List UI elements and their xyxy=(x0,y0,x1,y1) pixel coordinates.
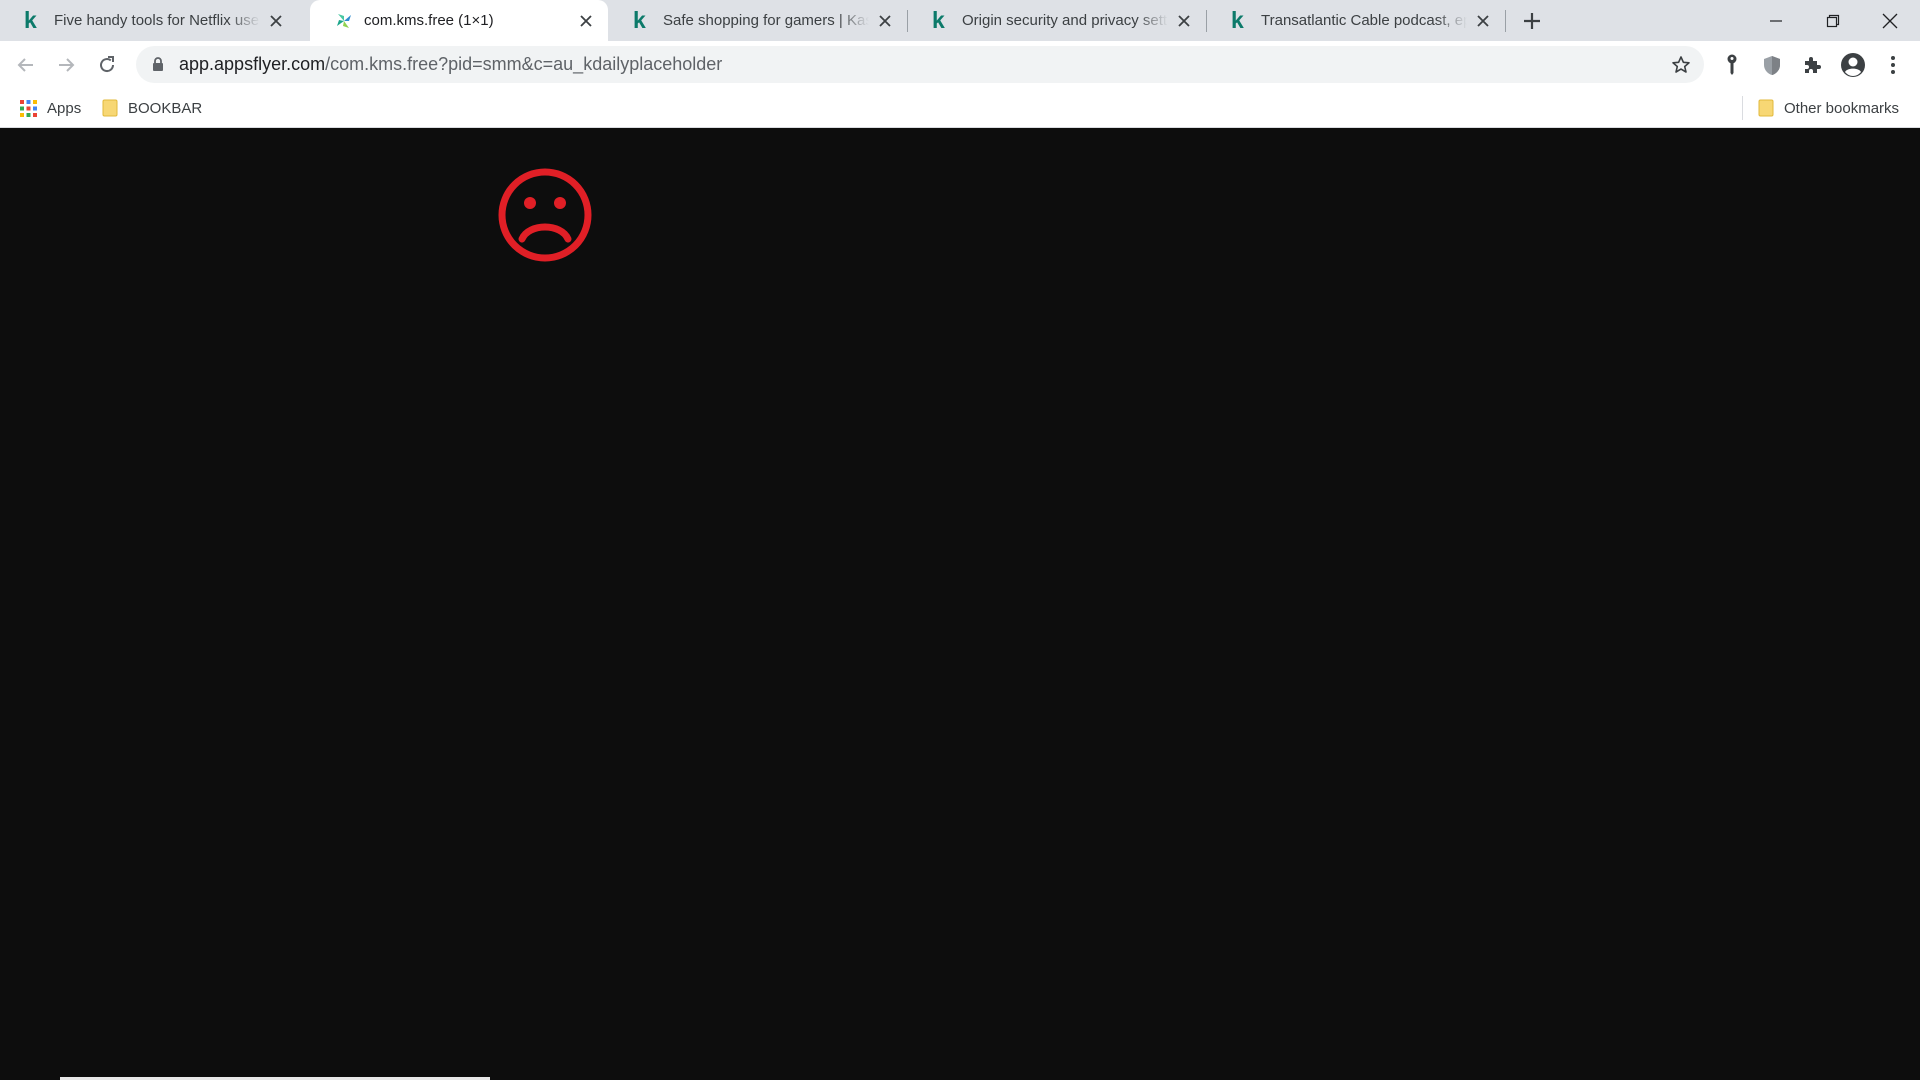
close-window-button[interactable] xyxy=(1862,0,1918,41)
tab-title: Origin security and privacy settings xyxy=(962,12,1168,29)
restore-button[interactable] xyxy=(1805,0,1861,41)
close-tab-icon[interactable] xyxy=(1174,11,1194,31)
close-tab-icon[interactable] xyxy=(266,11,286,31)
minimize-button[interactable] xyxy=(1748,0,1804,41)
forward-arrow-icon xyxy=(59,58,75,72)
browser-toolbar: app.appsflyer.com/com.kms.free?pid=smm&c… xyxy=(0,41,1920,88)
menu-button[interactable] xyxy=(1878,50,1908,80)
puzzle-icon xyxy=(1805,57,1821,73)
password-key-button[interactable] xyxy=(1717,50,1747,80)
tab-transatlantic-cable[interactable]: k Transatlantic Cable podcast, episode xyxy=(1207,0,1505,41)
bookmark-folder-bookbar[interactable]: BOOKBAR xyxy=(102,88,202,128)
close-tab-icon[interactable] xyxy=(875,11,895,31)
minimize-icon xyxy=(1770,19,1782,22)
bookmarks-bar: Apps BOOKBAR Other bookmarks xyxy=(0,88,1920,128)
url-host: app.appsflyer.com xyxy=(179,54,326,74)
kaspersky-k-icon: k xyxy=(1231,7,1244,33)
back-button[interactable] xyxy=(10,49,42,81)
kaspersky-k-icon: k xyxy=(24,7,37,33)
bookmark-label: Other bookmarks xyxy=(1784,99,1900,117)
close-tab-icon[interactable] xyxy=(1473,11,1493,31)
avatar-icon xyxy=(1841,53,1865,77)
tab-title: Safe shopping for gamers | Kaspersky xyxy=(663,12,869,29)
tab-origin-security[interactable]: k Origin security and privacy settings xyxy=(908,0,1206,41)
kaspersky-extension-button[interactable] xyxy=(1757,50,1787,80)
bookmark-star-button[interactable] xyxy=(1668,52,1694,78)
close-icon xyxy=(1882,13,1898,28)
appsflyer-icon xyxy=(337,13,351,28)
url-path: /com.kms.free?pid=smm&c=au_kdailyplaceho… xyxy=(325,54,723,74)
star-icon xyxy=(1672,56,1690,73)
sad-face-icon xyxy=(498,168,592,262)
bookmark-other-bookmarks[interactable]: Other bookmarks xyxy=(1758,88,1899,128)
folder-icon xyxy=(102,99,118,117)
apps-grid-icon xyxy=(20,99,37,117)
bookmark-label: BOOKBAR xyxy=(128,99,203,117)
tab-title: com.kms.free (1×1) xyxy=(364,12,494,29)
tab-com-kms-free[interactable]: com.kms.free (1×1) xyxy=(310,0,608,41)
tab-strip: k Five handy tools for Netflix users com… xyxy=(0,0,1920,41)
profile-button[interactable] xyxy=(1838,50,1868,80)
lock-icon[interactable] xyxy=(150,57,166,73)
bookmarks-separator xyxy=(1742,96,1743,120)
extensions-button[interactable] xyxy=(1797,50,1827,80)
close-tab-icon[interactable] xyxy=(576,11,596,31)
folder-icon xyxy=(1758,99,1774,117)
bookmark-apps[interactable]: Apps xyxy=(20,88,81,128)
tab-title: Transatlantic Cable podcast, episode xyxy=(1261,12,1467,29)
forward-button[interactable] xyxy=(50,49,82,81)
back-arrow-icon xyxy=(17,58,33,72)
kebab-menu-icon xyxy=(1891,56,1895,74)
kaspersky-k-icon: k xyxy=(932,7,945,33)
reload-button[interactable] xyxy=(91,49,123,81)
new-tab-button[interactable] xyxy=(1517,6,1547,36)
tab-title: Five handy tools for Netflix users xyxy=(54,12,260,29)
reload-icon xyxy=(100,56,115,73)
page-content xyxy=(0,128,1920,1080)
kaspersky-k-icon: k xyxy=(633,7,646,33)
restore-icon xyxy=(1826,14,1840,27)
shield-icon xyxy=(1764,55,1780,75)
tab-netflix-tools[interactable]: k Five handy tools for Netflix users xyxy=(0,0,298,41)
plus-icon xyxy=(1524,13,1540,29)
url-text[interactable]: app.appsflyer.com/com.kms.free?pid=smm&c… xyxy=(179,54,722,75)
tab-safe-shopping[interactable]: k Safe shopping for gamers | Kaspersky xyxy=(609,0,907,41)
address-bar[interactable]: app.appsflyer.com/com.kms.free?pid=smm&c… xyxy=(136,46,1704,83)
key-icon xyxy=(1727,54,1737,75)
bookmark-label: Apps xyxy=(47,99,82,117)
tab-separator xyxy=(1505,10,1506,32)
